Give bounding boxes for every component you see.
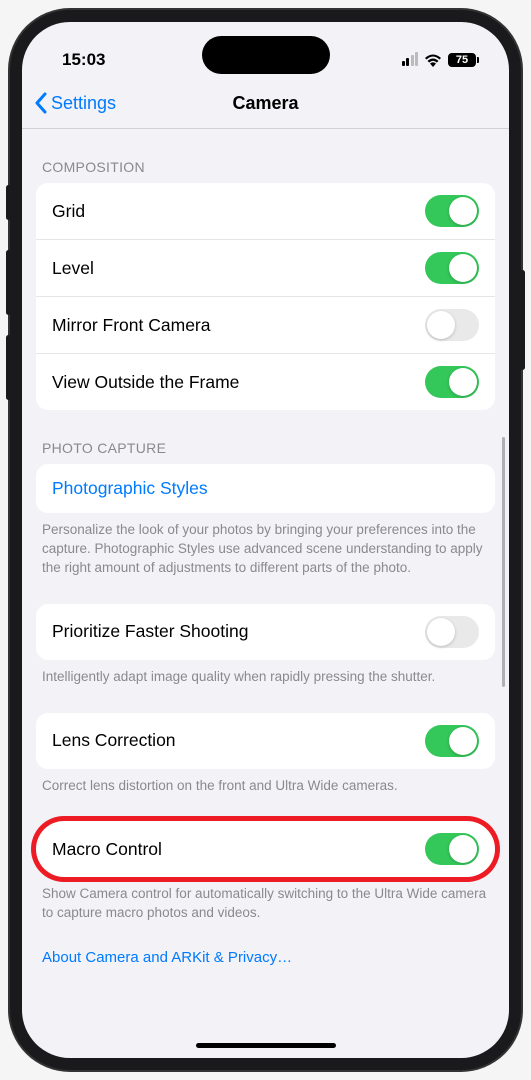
battery-level: 75 <box>456 54 468 66</box>
row-grid: Grid <box>36 183 495 240</box>
composition-list: Grid Level Mirror Front Camera View Outs… <box>36 183 495 410</box>
back-label: Settings <box>51 93 116 114</box>
side-button <box>520 270 525 370</box>
page-title: Camera <box>232 93 298 114</box>
status-time: 15:03 <box>62 50 105 70</box>
phone-frame: 15:03 75 S <box>10 10 521 1070</box>
cellular-signal-icon <box>402 54 419 66</box>
screen: 15:03 75 S <box>22 22 509 1058</box>
prioritize-list: Prioritize Faster Shooting <box>36 604 495 660</box>
row-label: Prioritize Faster Shooting <box>52 621 248 642</box>
macro-caption: Show Camera control for automatically sw… <box>22 877 509 923</box>
prioritize-caption: Intelligently adapt image quality when r… <box>22 660 509 687</box>
row-label: Mirror Front Camera <box>52 315 211 336</box>
section-header-composition: COMPOSITION <box>22 129 509 183</box>
photographic-styles-caption: Personalize the look of your photos by b… <box>22 513 509 578</box>
scrollbar-indicator[interactable] <box>502 437 505 687</box>
row-level: Level <box>36 240 495 297</box>
row-label: View Outside the Frame <box>52 372 239 393</box>
row-lens-correction: Lens Correction <box>36 713 495 769</box>
row-prioritize-faster-shooting: Prioritize Faster Shooting <box>36 604 495 660</box>
lens-caption: Correct lens distortion on the front and… <box>22 769 509 796</box>
side-button <box>6 335 11 400</box>
chevron-left-icon <box>34 92 47 114</box>
macro-control-toggle[interactable] <box>425 833 479 865</box>
section-header-photo-capture: PHOTO CAPTURE <box>22 410 509 464</box>
prioritize-faster-shooting-toggle[interactable] <box>425 616 479 648</box>
level-toggle[interactable] <box>425 252 479 284</box>
nav-bar: Settings Camera <box>22 80 509 129</box>
back-button[interactable]: Settings <box>34 92 116 114</box>
lens-list: Lens Correction <box>36 713 495 769</box>
row-mirror-front-camera: Mirror Front Camera <box>36 297 495 354</box>
mirror-front-camera-toggle[interactable] <box>425 309 479 341</box>
row-label: Grid <box>52 201 85 222</box>
row-label: Level <box>52 258 94 279</box>
side-button <box>6 250 11 315</box>
wifi-icon <box>424 54 442 67</box>
battery-icon: 75 <box>448 53 479 67</box>
side-button <box>6 185 11 220</box>
row-label: Macro Control <box>52 839 162 860</box>
photographic-styles-link[interactable]: Photographic Styles <box>36 464 495 513</box>
macro-list: Macro Control <box>36 821 495 877</box>
row-label: Lens Correction <box>52 730 176 751</box>
content-scroll[interactable]: COMPOSITION Grid Level Mirror Front Came… <box>22 129 509 1047</box>
lens-correction-toggle[interactable] <box>425 725 479 757</box>
status-indicators: 75 <box>402 53 480 67</box>
dynamic-island <box>202 36 330 74</box>
about-camera-privacy-link[interactable]: About Camera and ARKit & Privacy… <box>22 943 509 966</box>
row-view-outside-frame: View Outside the Frame <box>36 354 495 410</box>
photographic-styles-list: Photographic Styles <box>36 464 495 513</box>
view-outside-frame-toggle[interactable] <box>425 366 479 398</box>
row-macro-control: Macro Control <box>36 821 495 877</box>
home-indicator[interactable] <box>196 1043 336 1048</box>
grid-toggle[interactable] <box>425 195 479 227</box>
